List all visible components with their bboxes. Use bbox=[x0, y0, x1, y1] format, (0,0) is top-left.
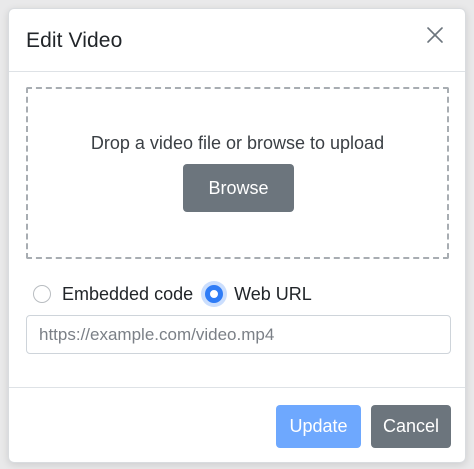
dialog-header: Edit Video bbox=[9, 9, 465, 72]
radio-option-web-url[interactable]: Web URL bbox=[205, 284, 312, 305]
close-button[interactable] bbox=[423, 23, 447, 47]
dialog-footer: Update Cancel bbox=[9, 387, 465, 462]
video-url-input[interactable] bbox=[26, 315, 451, 354]
web-url-radio[interactable] bbox=[205, 285, 224, 303]
video-dropzone[interactable]: Drop a video file or browse to upload Br… bbox=[26, 87, 449, 259]
browse-button[interactable]: Browse bbox=[183, 164, 294, 212]
dialog-title: Edit Video bbox=[26, 29, 123, 52]
web-url-label[interactable]: Web URL bbox=[234, 284, 312, 305]
dropzone-instructions: Drop a video file or browse to upload bbox=[90, 133, 385, 153]
edit-video-dialog: Edit Video Drop a video file or browse t… bbox=[8, 8, 466, 463]
close-icon bbox=[427, 27, 443, 43]
source-type-radio-group: Embedded code Web URL bbox=[33, 280, 312, 308]
embedded-code-label[interactable]: Embedded code bbox=[62, 284, 193, 305]
radio-option-embedded-code[interactable]: Embedded code bbox=[33, 284, 193, 305]
embedded-code-radio[interactable] bbox=[33, 285, 51, 303]
cancel-button[interactable]: Cancel bbox=[371, 405, 451, 448]
update-button[interactable]: Update bbox=[276, 405, 361, 448]
